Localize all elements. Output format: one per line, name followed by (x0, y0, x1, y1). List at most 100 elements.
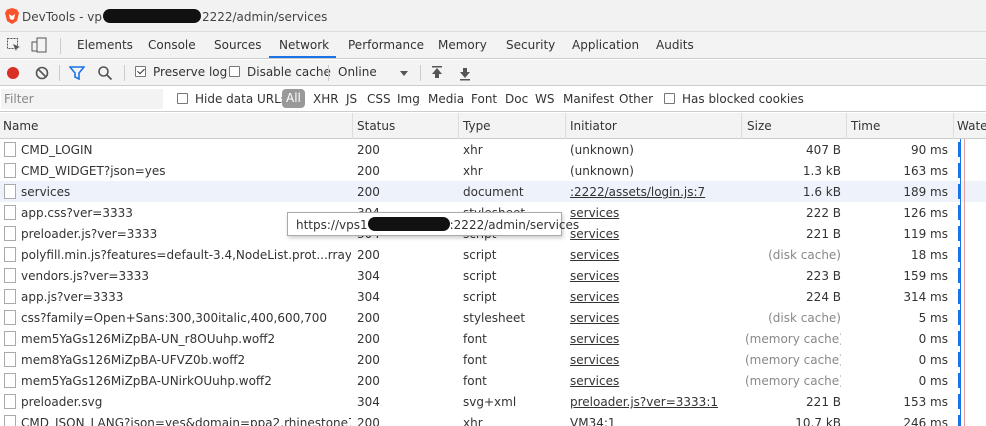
tab-elements[interactable]: Elements (77, 38, 133, 52)
cell-initiator[interactable]: services (570, 269, 740, 283)
table-row[interactable]: mem5YaGs126MiZpBA-UN_r8OUuhp.woff2 200 fon… (0, 328, 986, 349)
cell-initiator[interactable]: services (570, 206, 740, 220)
file-icon (4, 205, 16, 220)
cell-status: 304 (357, 395, 380, 409)
has-blocked-cookies-label[interactable]: Has blocked cookies (682, 92, 804, 106)
preserve-log-label[interactable]: Preserve log (153, 65, 227, 79)
tab-security[interactable]: Security (506, 38, 555, 52)
column-type[interactable]: Type (463, 119, 491, 133)
throttling-select[interactable]: Online (338, 65, 377, 79)
table-row[interactable]: vendors.js?ver=3333 304 script services 223 … (0, 265, 986, 286)
table-row[interactable]: CMD_JSON_LANG?json=yes&domain=ppa2.rhine… (0, 412, 986, 426)
filter-type-other[interactable]: Other (619, 92, 653, 106)
cell-initiator[interactable]: services (570, 248, 740, 262)
column-time[interactable]: Time (851, 119, 880, 133)
cell-status: 200 (357, 416, 380, 426)
cell-type: xhr (463, 416, 483, 426)
export-har-icon[interactable] (457, 65, 473, 81)
tab-memory[interactable]: Memory (438, 38, 487, 52)
chevron-down-icon[interactable] (396, 65, 412, 81)
cell-time: 163 ms (903, 164, 948, 178)
file-icon (4, 331, 16, 346)
device-toolbar-icon[interactable] (31, 37, 47, 53)
inspect-element-icon[interactable] (6, 37, 22, 53)
has-blocked-cookies-checkbox[interactable] (664, 93, 675, 104)
cell-size: 1.3 kB (802, 164, 841, 178)
filter-type-media[interactable]: Media (428, 92, 464, 106)
cell-name: CMD_WIDGET?json=yes (21, 164, 166, 178)
cell-time: 126 ms (903, 206, 948, 220)
filter-input[interactable] (1, 89, 163, 109)
filter-icon[interactable] (69, 65, 85, 81)
tab-application[interactable]: Application (572, 38, 639, 52)
table-row[interactable]: preloader.svg 304 svg+xml preloader.js?ver=… (0, 391, 986, 412)
cell-initiator[interactable]: services (570, 290, 740, 304)
tab-sources[interactable]: Sources (214, 38, 261, 52)
file-icon (4, 394, 16, 409)
filter-type-ws[interactable]: WS (535, 92, 554, 106)
cell-initiator[interactable]: services (570, 374, 740, 388)
filter-type-xhr[interactable]: XHR (313, 92, 339, 106)
table-row[interactable]: mem8YaGs126MiZpBA-UFVZ0b.woff2 200 font ser… (0, 349, 986, 370)
cell-status: 200 (357, 374, 380, 388)
preserve-log-checkbox[interactable] (135, 66, 146, 77)
cell-initiator[interactable]: services (570, 332, 740, 346)
cell-initiator[interactable]: :2222/assets/login.js:7 (570, 185, 740, 199)
table-row[interactable]: app.js?ver=3333 304 script services 224 B 314… (0, 286, 986, 307)
cell-type: script (463, 248, 497, 262)
cell-size: 221 B (806, 395, 841, 409)
column-initiator[interactable]: Initiator (570, 119, 617, 133)
table-row[interactable]: CMD_WIDGET?json=yes 200 xhr (unknown) 1.3 kB… (0, 160, 986, 181)
waterfall-domcontentloaded-line (960, 139, 961, 426)
cell-status: 200 (357, 353, 380, 367)
record-icon[interactable] (5, 65, 21, 81)
cell-time: 0 ms (918, 332, 948, 346)
cell-time: 18 ms (910, 248, 948, 262)
cell-initiator[interactable]: VM34:1 (570, 416, 740, 426)
cell-time: 153 ms (903, 395, 948, 409)
filter-type-js[interactable]: JS (346, 92, 357, 106)
filter-bar: Hide data URLs All XHR JS CSS Img Media … (0, 87, 986, 112)
filter-type-img[interactable]: Img (397, 92, 420, 106)
disable-cache-label[interactable]: Disable cache (247, 65, 331, 79)
cell-initiator[interactable]: services (570, 311, 740, 325)
filter-type-css[interactable]: CSS (367, 92, 391, 106)
table-row[interactable]: mem5YaGs126MiZpBA-UNirkOUuhp.woff2 200 fon… (0, 370, 986, 391)
clear-icon[interactable] (34, 65, 50, 81)
cell-name: polyfill.min.js?features=default-3.4,Nod… (21, 248, 351, 262)
table-row[interactable]: services 200 document:2222/assets/login.js… (0, 181, 986, 202)
tab-audits[interactable]: Audits (656, 38, 694, 52)
disable-cache-checkbox[interactable] (229, 66, 240, 77)
file-icon (4, 163, 16, 178)
tooltip-url-prefix: https://vps1 (296, 218, 368, 232)
column-waterfall[interactable]: Waterfall (957, 119, 986, 133)
table-row[interactable]: polyfill.min.js?features=default-3.4,Nod… (0, 244, 986, 265)
filter-type-doc[interactable]: Doc (505, 92, 528, 106)
cell-size: 224 B (806, 290, 841, 304)
redacted-host (102, 9, 201, 23)
file-icon (4, 184, 16, 199)
filter-type-manifest[interactable]: Manifest (563, 92, 614, 106)
column-name[interactable]: Name (3, 119, 38, 133)
hide-data-urls-label[interactable]: Hide data URLs (195, 92, 287, 106)
cell-name: CMD_JSON_LANG?json=yes&domain=ppa2.rhine… (21, 416, 351, 426)
file-icon (4, 415, 16, 426)
import-har-icon[interactable] (429, 65, 445, 81)
filter-type-all[interactable]: All (282, 89, 305, 108)
hide-data-urls-checkbox[interactable] (177, 93, 188, 104)
cell-status: 200 (357, 248, 380, 262)
tab-performance[interactable]: Performance (348, 38, 424, 52)
column-size[interactable]: Size (747, 119, 772, 133)
search-icon[interactable] (97, 65, 113, 81)
tab-network[interactable]: Network (279, 38, 329, 52)
tab-console[interactable]: Console (148, 38, 196, 52)
cell-initiator[interactable]: preloader.js?ver=3333:1 (570, 395, 740, 409)
cell-initiator[interactable]: services (570, 353, 740, 367)
cell-name: css?family=Open+Sans:300,300italic,400,6… (21, 311, 327, 325)
table-row[interactable]: CMD_LOGIN 200 xhr (unknown) 407 B 90 ms (0, 139, 986, 160)
cell-initiator[interactable]: services (570, 227, 740, 241)
column-status[interactable]: Status (357, 119, 395, 133)
table-row[interactable]: css?family=Open+Sans:300,300italic,400,6… (0, 307, 986, 328)
url-tooltip: https://vps1:2222/admin/services (287, 212, 579, 236)
filter-type-font[interactable]: Font (471, 92, 497, 106)
